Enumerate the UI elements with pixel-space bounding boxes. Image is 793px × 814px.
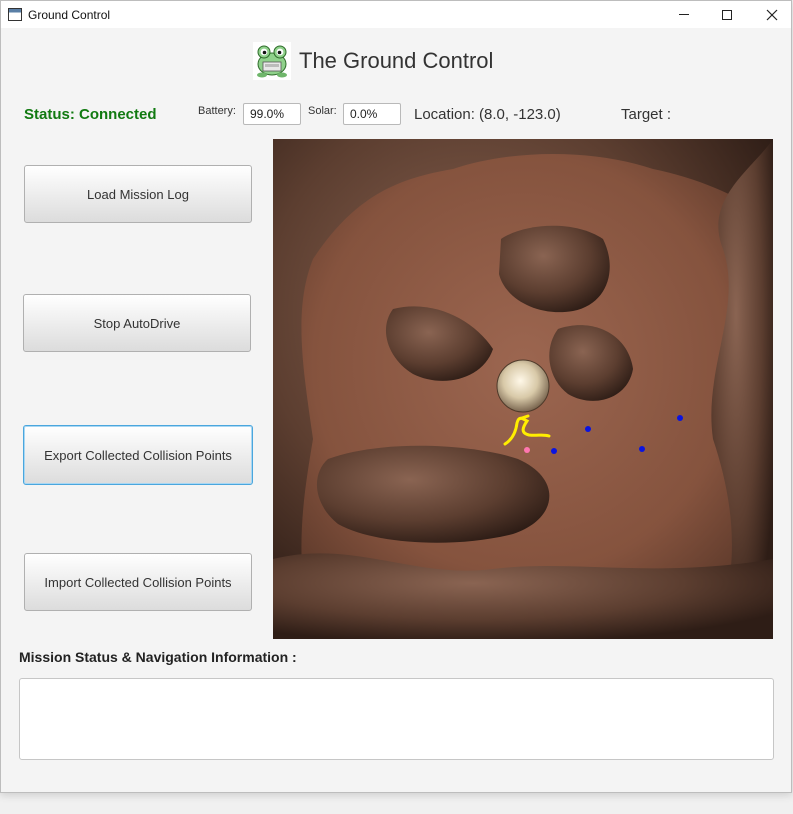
minimize-icon (679, 14, 689, 15)
collision-point (677, 415, 683, 421)
solar-field[interactable]: 0.0% (343, 103, 401, 125)
target-readout: Target : (621, 106, 672, 123)
app-window: Ground Control The Ground Control Status… (0, 0, 792, 793)
minimize-button[interactable] (661, 1, 707, 28)
location-readout: Location: (8.0, -123.0) (414, 106, 561, 123)
terrain-map-canvas (273, 139, 773, 639)
connection-status: Status: Connected (24, 106, 157, 123)
title-bar[interactable]: Ground Control (1, 1, 791, 28)
maximize-button[interactable] (704, 1, 750, 28)
app-title: The Ground Control (299, 48, 494, 73)
stop-autodrive-button[interactable]: Stop AutoDrive (23, 294, 251, 352)
frog-icon (253, 42, 291, 80)
import-collision-points-button[interactable]: Import Collected Collision Points (24, 553, 252, 611)
window-title: Ground Control (28, 7, 111, 22)
load-mission-log-button[interactable]: Load Mission Log (24, 165, 252, 223)
close-button[interactable] (749, 1, 793, 28)
app-window-icon (8, 8, 22, 21)
terrain-map[interactable] (273, 139, 773, 639)
battery-field[interactable]: 99.0% (243, 103, 301, 125)
collision-point (551, 448, 557, 454)
mission-info-textarea[interactable] (19, 678, 774, 760)
collision-point (585, 426, 591, 432)
rock-lower-left (316, 445, 550, 543)
battery-label: Battery: (198, 105, 236, 117)
export-collision-points-button[interactable]: Export Collected Collision Points (23, 425, 253, 485)
rover-orb (496, 359, 550, 413)
mission-info-label: Mission Status & Navigation Information … (19, 649, 297, 665)
app-header: The Ground Control (253, 41, 493, 81)
collision-point (639, 446, 645, 452)
rover-position-marker (524, 447, 530, 453)
solar-label: Solar: (308, 105, 337, 117)
close-icon (766, 9, 778, 20)
maximize-icon (722, 9, 732, 20)
